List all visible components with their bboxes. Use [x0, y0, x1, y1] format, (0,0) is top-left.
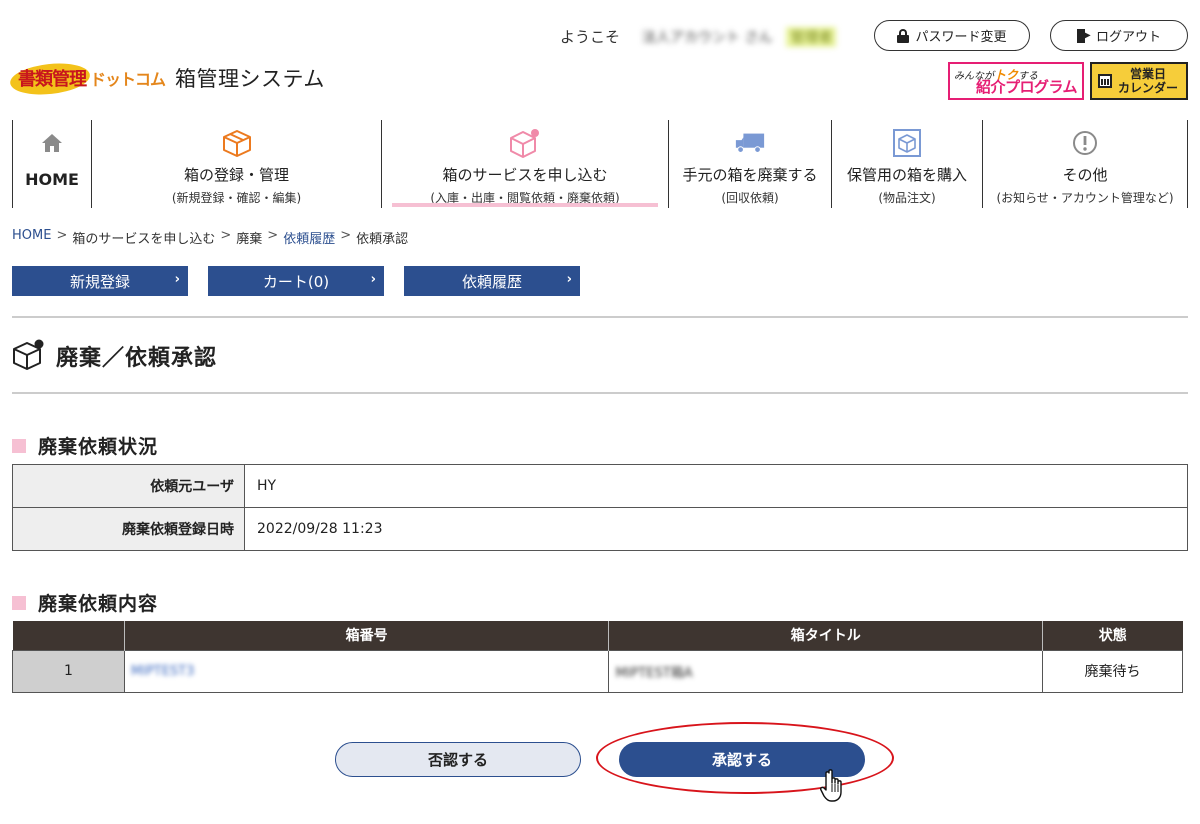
- breadcrumb: HOME > 箱のサービスを申し込む > 廃棄 > 依頼履歴 > 依頼承認: [12, 228, 408, 247]
- nav-home-label: HOME: [25, 170, 79, 189]
- box-title-text: MIPTEST箱A: [615, 665, 693, 681]
- box-number-link[interactable]: MIPTEST3: [131, 664, 195, 679]
- request-date-value: 2022/09/28 11:23: [244, 507, 1188, 551]
- nav-box-register-sub: (新規登録・確認・編集): [171, 191, 302, 205]
- divider: [12, 392, 1188, 394]
- column-header-box-title: 箱タイトル: [608, 621, 1044, 650]
- user-role-badge: 管理者: [786, 26, 837, 47]
- chevron-right-icon: ›: [174, 272, 180, 287]
- nav-box-dispose-sub: (回収依頼): [721, 191, 779, 205]
- approve-button[interactable]: 承認する: [619, 742, 865, 777]
- password-change-button[interactable]: パスワード変更: [874, 20, 1030, 51]
- logo-mark: 書類管理 ドットコム: [8, 59, 166, 99]
- box-title-cell: MIPTEST箱A: [608, 649, 1044, 693]
- nav-box-service[interactable]: 箱のサービスを申し込む (入庫・出庫・閲覧依頼・廃棄依頼): [381, 120, 668, 208]
- column-header-box-number: 箱番号: [124, 621, 610, 650]
- requester-label: 依頼元ユーザ: [12, 464, 245, 508]
- welcome-text: ようこそ: [560, 28, 621, 46]
- page-title-text: 廃棄／依頼承認: [56, 346, 218, 371]
- referral-banner-main: 紹介プログラム: [975, 78, 1078, 96]
- content-table: 箱番号 箱タイトル 状態 1 MIPTEST3 MIPTEST箱A 廃棄待ち: [12, 621, 1183, 693]
- chevron-right-icon: ›: [370, 272, 376, 287]
- column-header-status: 状態: [1042, 621, 1183, 650]
- nav-box-purchase-title: 保管用の箱を購入: [846, 166, 967, 184]
- box-service-icon: [509, 128, 541, 158]
- breadcrumb-separator: >: [340, 228, 352, 243]
- nav-other[interactable]: その他 (お知らせ・アカウント管理など): [982, 120, 1188, 208]
- logo-kanri-text: 書類管理: [18, 69, 87, 90]
- logout-icon: ▶: [1076, 28, 1091, 43]
- section-marker: [12, 438, 26, 453]
- box-service-icon: [12, 338, 46, 374]
- approve-label: 承認する: [711, 751, 772, 769]
- calendar-icon: [1098, 74, 1112, 88]
- content-section-heading: 廃棄依頼内容: [38, 593, 159, 615]
- request-date-label: 廃棄依頼登録日時: [12, 507, 245, 551]
- breadcrumb-current: 依頼承認: [356, 232, 409, 247]
- request-history-button[interactable]: 依頼履歴 ›: [404, 266, 580, 296]
- nav-other-sub: (お知らせ・アカウント管理など): [996, 191, 1174, 205]
- nav-box-purchase[interactable]: 保管用の箱を購入 (物品注文): [831, 120, 982, 208]
- reject-button[interactable]: 否認する: [335, 742, 581, 777]
- cart-button[interactable]: カート(0) ›: [208, 266, 384, 296]
- table-header-row: 箱番号 箱タイトル 状態: [12, 621, 1183, 650]
- new-register-label: 新規登録: [69, 272, 130, 291]
- row-index: 1: [12, 649, 125, 693]
- info-icon: [1069, 128, 1101, 158]
- divider: [12, 316, 1188, 318]
- referral-program-banner[interactable]: みんながトクする 紹介プログラム: [948, 62, 1084, 100]
- box-number-cell: MIPTEST3: [123, 649, 610, 693]
- table-row: 1 MIPTEST3 MIPTEST箱A 廃棄待ち: [12, 649, 1183, 693]
- column-header-index: [12, 621, 125, 650]
- request-history-label: 依頼履歴: [461, 272, 522, 291]
- breadcrumb-separator: >: [56, 228, 68, 243]
- breadcrumb-separator: >: [267, 228, 279, 243]
- nav-home[interactable]: HOME: [12, 120, 91, 208]
- box-icon: [221, 128, 253, 158]
- status-cell: 廃棄待ち: [1042, 649, 1183, 693]
- nav-box-service-title: 箱のサービスを申し込む: [442, 166, 608, 184]
- business-calendar-banner[interactable]: 営業日 カレンダー: [1090, 62, 1188, 100]
- lock-icon: [897, 29, 910, 43]
- truck-icon: [734, 128, 766, 158]
- status-section-heading: 廃棄依頼状況: [38, 436, 159, 458]
- box-purchase-icon: [891, 128, 923, 158]
- breadcrumb-home[interactable]: HOME: [12, 228, 51, 247]
- reject-label: 否認する: [427, 751, 488, 769]
- password-change-label: パスワード変更: [915, 30, 1007, 45]
- logout-label: ログアウト: [1095, 30, 1161, 45]
- breadcrumb-separator: >: [220, 228, 232, 243]
- nav-box-service-sub: (入庫・出庫・閲覧依頼・廃棄依頼): [430, 191, 620, 205]
- status-table: 依頼元ユーザ HY 廃棄依頼登録日時 2022/09/28 11:23: [12, 464, 1188, 551]
- welcome-message: ようこそ 法人アカウント さん 管理者: [560, 26, 837, 47]
- table-row: 廃棄依頼登録日時 2022/09/28 11:23: [12, 507, 1188, 551]
- requester-value: HY: [244, 464, 1188, 508]
- content-section-title: 廃棄依頼内容: [12, 589, 158, 616]
- nav-other-title: その他: [1062, 166, 1108, 184]
- nav-box-register-title: 箱の登録・管理: [183, 166, 289, 184]
- breadcrumb-history[interactable]: 依頼履歴: [283, 228, 335, 247]
- logout-button[interactable]: ▶ ログアウト: [1050, 20, 1188, 51]
- table-row: 依頼元ユーザ HY: [12, 464, 1188, 508]
- nav-box-register[interactable]: 箱の登録・管理 (新規登録・確認・編集): [91, 120, 381, 208]
- nav-box-purchase-sub: (物品注文): [878, 191, 936, 205]
- chevron-right-icon: ›: [566, 272, 572, 287]
- section-marker: [12, 595, 26, 610]
- user-name: 法人アカウント さん: [642, 29, 773, 46]
- logo-dotcom-text: ドットコム: [90, 70, 166, 89]
- status-section-title: 廃棄依頼状況: [12, 432, 158, 459]
- nav-box-dispose[interactable]: 手元の箱を廃棄する (回収依頼): [668, 120, 831, 208]
- page-title: 廃棄／依頼承認: [12, 338, 217, 374]
- breadcrumb-service: 箱のサービスを申し込む: [72, 232, 216, 247]
- site-logo[interactable]: 書類管理 ドットコム 箱管理システム: [8, 59, 325, 99]
- system-name: 箱管理システム: [175, 67, 325, 91]
- nav-box-dispose-title: 手元の箱を廃棄する: [682, 166, 818, 184]
- main-nav: HOME 箱の登録・管理 (新規登録・確認・編集) 箱のサービスを申し込む (入…: [12, 120, 1188, 208]
- new-register-button[interactable]: 新規登録 ›: [12, 266, 188, 296]
- cart-label: カート(0): [262, 272, 330, 291]
- home-icon: [36, 128, 68, 158]
- business-calendar-label: 営業日 カレンダー: [1118, 67, 1179, 95]
- breadcrumb-disposal: 廃棄: [236, 232, 263, 247]
